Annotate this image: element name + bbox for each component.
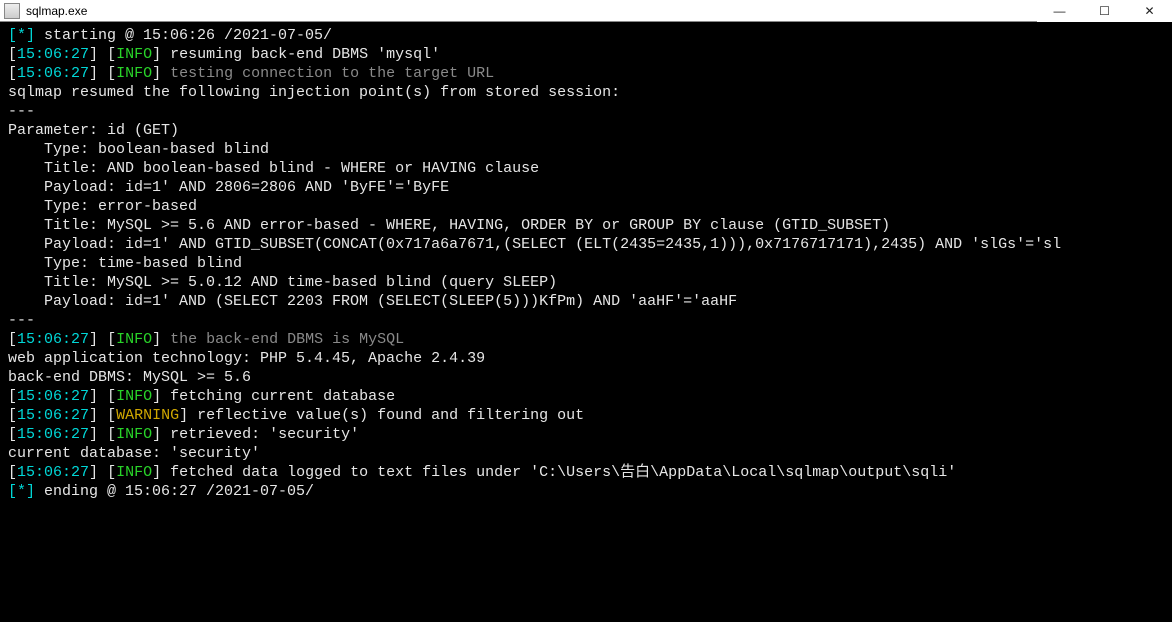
terminal-line: sqlmap resumed the following injection p… [8, 83, 1164, 102]
window-buttons: — ☐ ✕ [1037, 0, 1172, 22]
app-icon [4, 3, 20, 19]
terminal-line: Payload: id=1' AND (SELECT 2203 FROM (SE… [8, 292, 1164, 311]
terminal-line: Payload: id=1' AND GTID_SUBSET(CONCAT(0x… [8, 235, 1164, 254]
terminal-line: [15:06:27] [INFO] the back-end DBMS is M… [8, 330, 1164, 349]
terminal-line: Type: boolean-based blind [8, 140, 1164, 159]
terminal-line: Title: MySQL >= 5.6 AND error-based - WH… [8, 216, 1164, 235]
terminal-line: Title: MySQL >= 5.0.12 AND time-based bl… [8, 273, 1164, 292]
titlebar[interactable]: sqlmap.exe — ☐ ✕ [0, 0, 1172, 22]
terminal-line: [15:06:27] [INFO] resuming back-end DBMS… [8, 45, 1164, 64]
terminal-line: Title: AND boolean-based blind - WHERE o… [8, 159, 1164, 178]
terminal-line: --- [8, 102, 1164, 121]
terminal-line: [*] starting @ 15:06:26 /2021-07-05/ [8, 26, 1164, 45]
minimize-button[interactable]: — [1037, 0, 1082, 22]
terminal-line: --- [8, 311, 1164, 330]
terminal-line: [*] ending @ 15:06:27 /2021-07-05/ [8, 482, 1164, 501]
terminal-line: [15:06:27] [INFO] testing connection to … [8, 64, 1164, 83]
terminal-line: [15:06:27] [INFO] fetched data logged to… [8, 463, 1164, 482]
window-title: sqlmap.exe [26, 4, 87, 18]
maximize-button[interactable]: ☐ [1082, 0, 1127, 22]
terminal-line: current database: 'security' [8, 444, 1164, 463]
terminal-line: [15:06:27] [INFO] fetching current datab… [8, 387, 1164, 406]
close-button[interactable]: ✕ [1127, 0, 1172, 22]
terminal-line: Type: error-based [8, 197, 1164, 216]
terminal-line: [15:06:27] [INFO] retrieved: 'security' [8, 425, 1164, 444]
terminal-line: Parameter: id (GET) [8, 121, 1164, 140]
terminal-line: web application technology: PHP 5.4.45, … [8, 349, 1164, 368]
terminal-line: Type: time-based blind [8, 254, 1164, 273]
terminal-line: back-end DBMS: MySQL >= 5.6 [8, 368, 1164, 387]
terminal-line: [15:06:27] [WARNING] reflective value(s)… [8, 406, 1164, 425]
terminal-line: Payload: id=1' AND 2806=2806 AND 'ByFE'=… [8, 178, 1164, 197]
app-window: sqlmap.exe — ☐ ✕ [*] starting @ 15:06:26… [0, 0, 1172, 622]
terminal-output[interactable]: [*] starting @ 15:06:26 /2021-07-05/[15:… [0, 22, 1172, 622]
